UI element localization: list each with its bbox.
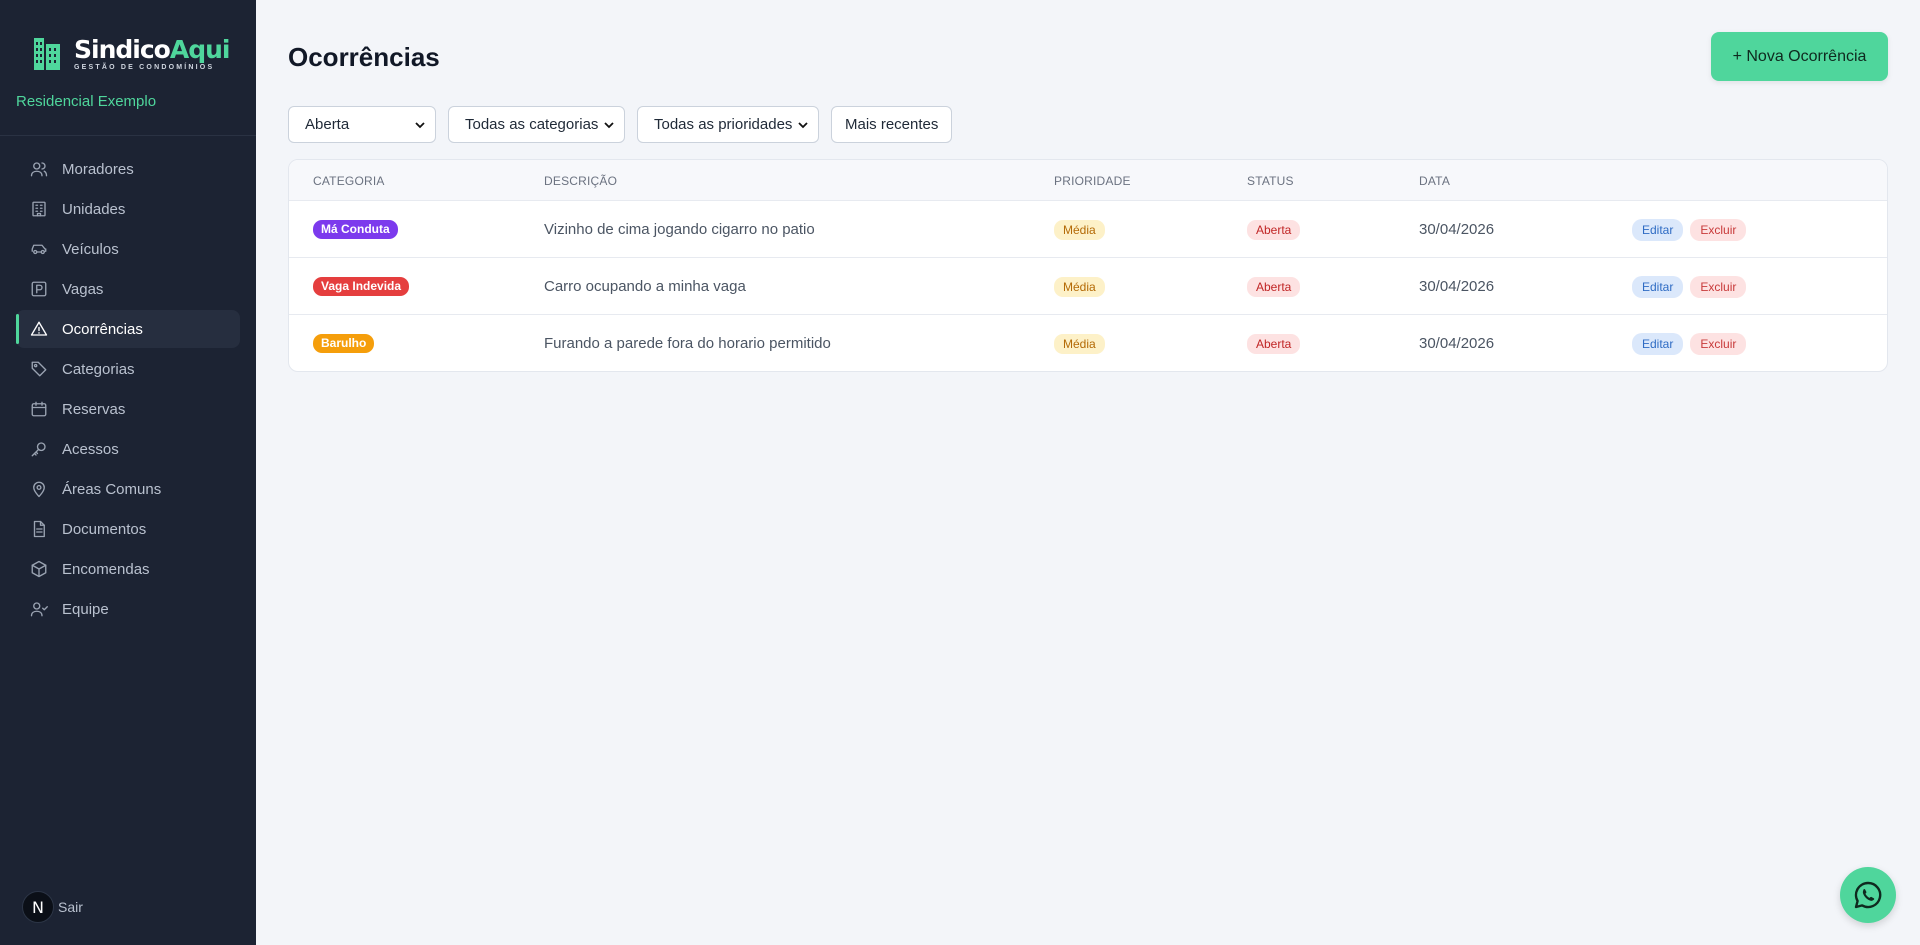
condo-name[interactable]: Residencial Exemplo [16,93,156,110]
edit-button[interactable]: Editar [1632,332,1684,355]
priority-badge: Média [1054,276,1105,297]
sidebar-item-moradores[interactable]: Moradores [16,150,240,188]
sidebar-item-reservas[interactable]: Reservas [16,390,240,428]
description-cell: Furando a parede fora do horario permiti… [544,335,831,352]
description-cell: Carro ocupando a minha vaga [544,278,746,295]
alert-triangle-icon [30,321,48,336]
priority-filter-select[interactable]: Todas as prioridades [637,106,819,143]
sidebar-item-label: Categorias [62,360,135,378]
status-filter-select[interactable]: Aberta [288,106,436,143]
sidebar-item-ocorrencias[interactable]: Ocorrências [16,310,240,348]
sidebar-item-label: Ocorrências [62,320,143,338]
chevron-down-icon [415,121,425,128]
brand-tagline: GESTÃO DE CONDOMÍNIOS [74,63,215,71]
sidebar-item-label: Acessos [62,440,119,458]
map-pin-icon [33,481,45,498]
priority-badge: Média [1054,333,1105,354]
users-icon [30,162,48,177]
car-icon [31,244,47,255]
new-occurrence-button[interactable]: + Nova Ocorrência [1711,32,1888,81]
date-cell: 30/04/2026 [1419,278,1495,295]
sidebar-item-label: Documentos [62,520,147,538]
priority-filter-value: Todas as prioridades [654,116,793,133]
sidebar-item-equipe[interactable]: Equipe [16,590,240,628]
sidebar-item-label: Equipe [62,600,109,618]
sidebar-item-label: Veículos [62,240,119,258]
team-icon [30,602,48,617]
key-icon [31,442,46,457]
sidebar-divider [0,135,256,136]
category-badge: Barulho [313,334,375,353]
parking-icon [31,281,47,297]
building-icon [32,201,46,217]
occurrences-table: CATEGORIA DESCRIÇÃO PRIORIDADE STATUS DA… [288,159,1888,372]
package-icon [31,560,47,578]
column-header-status[interactable]: STATUS [1247,174,1294,188]
category-badge: Vaga Indevida [313,277,410,296]
priority-badge: Média [1054,219,1105,240]
sidebar-item-label: Reservas [62,400,126,418]
delete-button[interactable]: Excluir [1690,332,1747,355]
sidebar-item-categorias[interactable]: Categorias [16,350,240,388]
sort-button[interactable]: Mais recentes [831,106,953,143]
filter-bar: Aberta Todas as categorias Todas as prio… [288,106,953,143]
delete-button[interactable]: Excluir [1690,275,1747,298]
whatsapp-button[interactable] [1840,867,1896,923]
page-title: Ocorrências [288,42,440,72]
status-badge: Aberta [1247,333,1301,354]
sidebar-item-acessos[interactable]: Acessos [16,430,240,468]
date-cell: 30/04/2026 [1419,335,1495,352]
category-filter-value: Todas as categorias [465,116,599,133]
brand-name: SindicoAqui [74,34,230,64]
logout-link[interactable]: Sair [58,899,83,915]
user-area: N Sair [22,891,83,923]
category-filter-select[interactable]: Todas as categorias [448,106,625,143]
chevron-down-icon [604,121,614,128]
sidebar-item-label: Moradores [62,160,134,178]
sidebar-item-documentos[interactable]: Documentos [16,510,240,548]
sidebar-item-unidades[interactable]: Unidades [16,190,240,228]
status-badge: Aberta [1247,219,1301,240]
sidebar-item-label: Vagas [62,280,104,298]
building-logo-icon [34,38,60,70]
table-row[interactable]: Má Conduta Vizinho de cima jogando cigar… [289,201,1887,258]
sidebar-item-veiculos[interactable]: Veículos [16,230,240,268]
edit-button[interactable]: Editar [1632,275,1684,298]
file-text-icon [33,520,45,538]
column-header-data[interactable]: DATA [1419,174,1450,188]
status-filter-value: Aberta [305,116,350,133]
sidebar-nav: Moradores Unidades Veículos Vagas Ocorrê… [16,150,240,630]
avatar[interactable]: N [22,891,54,923]
column-header-descricao[interactable]: DESCRIÇÃO [544,174,617,188]
chevron-down-icon [798,121,808,128]
calendar-icon [31,401,47,417]
table-header: CATEGORIA DESCRIÇÃO PRIORIDADE STATUS DA… [289,160,1887,201]
table-row[interactable]: Vaga Indevida Carro ocupando a minha vag… [289,258,1887,315]
sidebar-item-areas-comuns[interactable]: Áreas Comuns [16,470,240,508]
column-header-categoria[interactable]: CATEGORIA [313,174,385,188]
column-header-prioridade[interactable]: PRIORIDADE [1054,174,1131,188]
category-badge: Má Conduta [313,220,398,239]
edit-button[interactable]: Editar [1632,218,1684,241]
tag-icon [31,361,47,377]
table-row[interactable]: Barulho Furando a parede fora do horario… [289,315,1887,371]
sidebar-item-label: Áreas Comuns [62,480,162,498]
date-cell: 30/04/2026 [1419,221,1495,238]
delete-button[interactable]: Excluir [1690,218,1747,241]
brand-logo[interactable]: SindicoAqui GESTÃO DE CONDOMÍNIOS [32,34,230,72]
status-badge: Aberta [1247,276,1301,297]
description-cell: Vizinho de cima jogando cigarro no patio [544,221,815,238]
sidebar-item-encomendas[interactable]: Encomendas [16,550,240,588]
sidebar-item-label: Encomendas [62,560,150,578]
sidebar: SindicoAqui GESTÃO DE CONDOMÍNIOS Reside… [0,0,256,945]
whatsapp-icon [1854,881,1882,909]
sidebar-item-label: Unidades [62,200,126,218]
sidebar-item-vagas[interactable]: Vagas [16,270,240,308]
